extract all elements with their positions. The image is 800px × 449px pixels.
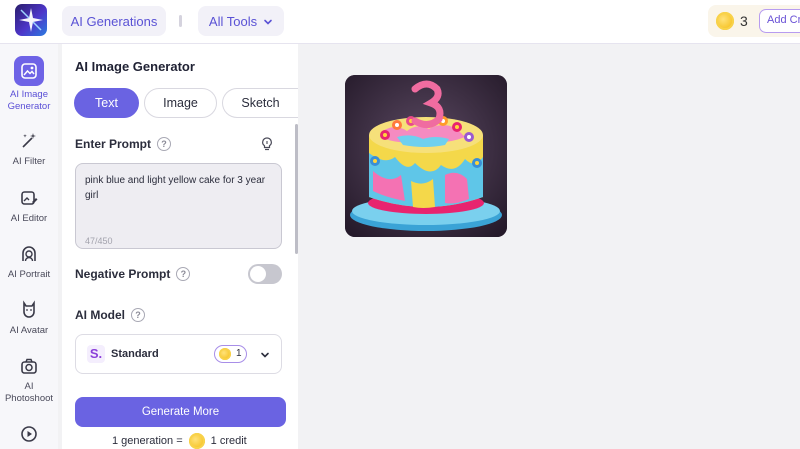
all-tools-label: All Tools xyxy=(208,13,258,29)
negative-prompt-toggle[interactable] xyxy=(248,264,282,284)
sidebar-item-label: AI Filter xyxy=(12,156,46,167)
cake-image xyxy=(345,75,507,237)
negative-prompt-heading: Negative Prompt ? xyxy=(75,267,191,281)
coin-icon xyxy=(716,12,734,30)
sidebar-item-label: AI Photoshoot xyxy=(4,381,54,404)
help-icon[interactable]: ? xyxy=(176,267,191,281)
sidebar-item-ai-photoshoot[interactable]: AI Photoshoot xyxy=(0,356,58,405)
panel-scrollbar[interactable] xyxy=(295,124,298,254)
ai-model-select[interactable]: S. Standard 1 xyxy=(75,334,282,374)
generate-more-button[interactable]: Generate More xyxy=(75,397,286,427)
tab-text[interactable]: Text xyxy=(74,88,139,118)
coin-icon xyxy=(219,348,231,360)
help-icon[interactable]: ? xyxy=(157,137,172,151)
toggle-knob xyxy=(250,266,266,282)
model-name: Standard xyxy=(111,348,159,360)
model-logo-icon: S. xyxy=(87,345,105,363)
wand-icon xyxy=(22,133,36,148)
generation-info-left: 1 generation = xyxy=(112,435,183,447)
sidebar-item-video[interactable] xyxy=(0,424,58,449)
sidebar-item-label: AI Image Generator xyxy=(7,89,51,112)
sidebar-item-ai-editor[interactable]: AI Editor xyxy=(0,188,58,225)
sidebar-item-label: AI Avatar xyxy=(9,325,49,336)
add-credits-button[interactable]: Add Cre xyxy=(759,9,800,33)
sidebar-item-ai-image-generator[interactable]: AI Image Generator xyxy=(0,56,58,113)
all-tools-dropdown[interactable]: All Tools xyxy=(198,6,284,36)
portrait-icon xyxy=(22,246,36,262)
ai-generations-button[interactable]: AI Generations xyxy=(62,6,166,36)
tab-image[interactable]: Image xyxy=(144,88,217,118)
tool-sidebar: AI Image Generator AI Filter AI Editor A… xyxy=(0,44,58,449)
ai-model-label: AI Model xyxy=(75,308,125,322)
negative-prompt-label: Negative Prompt xyxy=(75,267,171,281)
chevron-down-icon xyxy=(264,19,272,25)
avatar-icon xyxy=(23,300,35,318)
image-generator-icon xyxy=(14,56,44,86)
panel-title: AI Image Generator xyxy=(75,59,195,74)
credits-count: 3 xyxy=(740,13,748,29)
model-cost-value: 1 xyxy=(236,348,242,359)
coin-icon xyxy=(188,433,205,449)
enter-prompt-label: Enter Prompt xyxy=(75,137,152,151)
chevron-down-icon xyxy=(261,352,269,358)
divider xyxy=(179,15,182,27)
camera-icon xyxy=(21,358,37,374)
lightbulb-icon[interactable] xyxy=(259,136,275,152)
ai-model-heading: AI Model ? xyxy=(75,308,145,322)
generation-info-right: 1 credit xyxy=(210,435,247,447)
help-icon[interactable]: ? xyxy=(131,308,145,322)
sidebar-item-ai-portrait[interactable]: AI Portrait xyxy=(0,244,58,281)
generation-cost-info: 1 generation = 1 credit xyxy=(112,433,247,449)
image-edit-icon xyxy=(21,191,38,205)
generator-panel: AI Image Generator Text Image Sketch Ent… xyxy=(62,44,298,449)
top-bar: AI Generations All Tools 3 Add Cre xyxy=(0,0,800,44)
model-cost-badge: 1 xyxy=(214,345,247,363)
video-icon xyxy=(21,426,37,442)
enter-prompt-heading: Enter Prompt ? xyxy=(75,137,172,151)
spark-logo-icon[interactable] xyxy=(15,4,47,36)
sidebar-item-label: AI Portrait xyxy=(7,269,51,280)
prompt-char-counter: 47/450 xyxy=(85,236,113,246)
sidebar-item-ai-filter[interactable]: AI Filter xyxy=(0,131,58,168)
sidebar-item-label: AI Editor xyxy=(10,213,48,224)
generated-image[interactable] xyxy=(345,75,507,237)
sidebar-item-ai-avatar[interactable]: AI Avatar xyxy=(0,300,58,337)
tab-sketch[interactable]: Sketch xyxy=(222,88,298,118)
